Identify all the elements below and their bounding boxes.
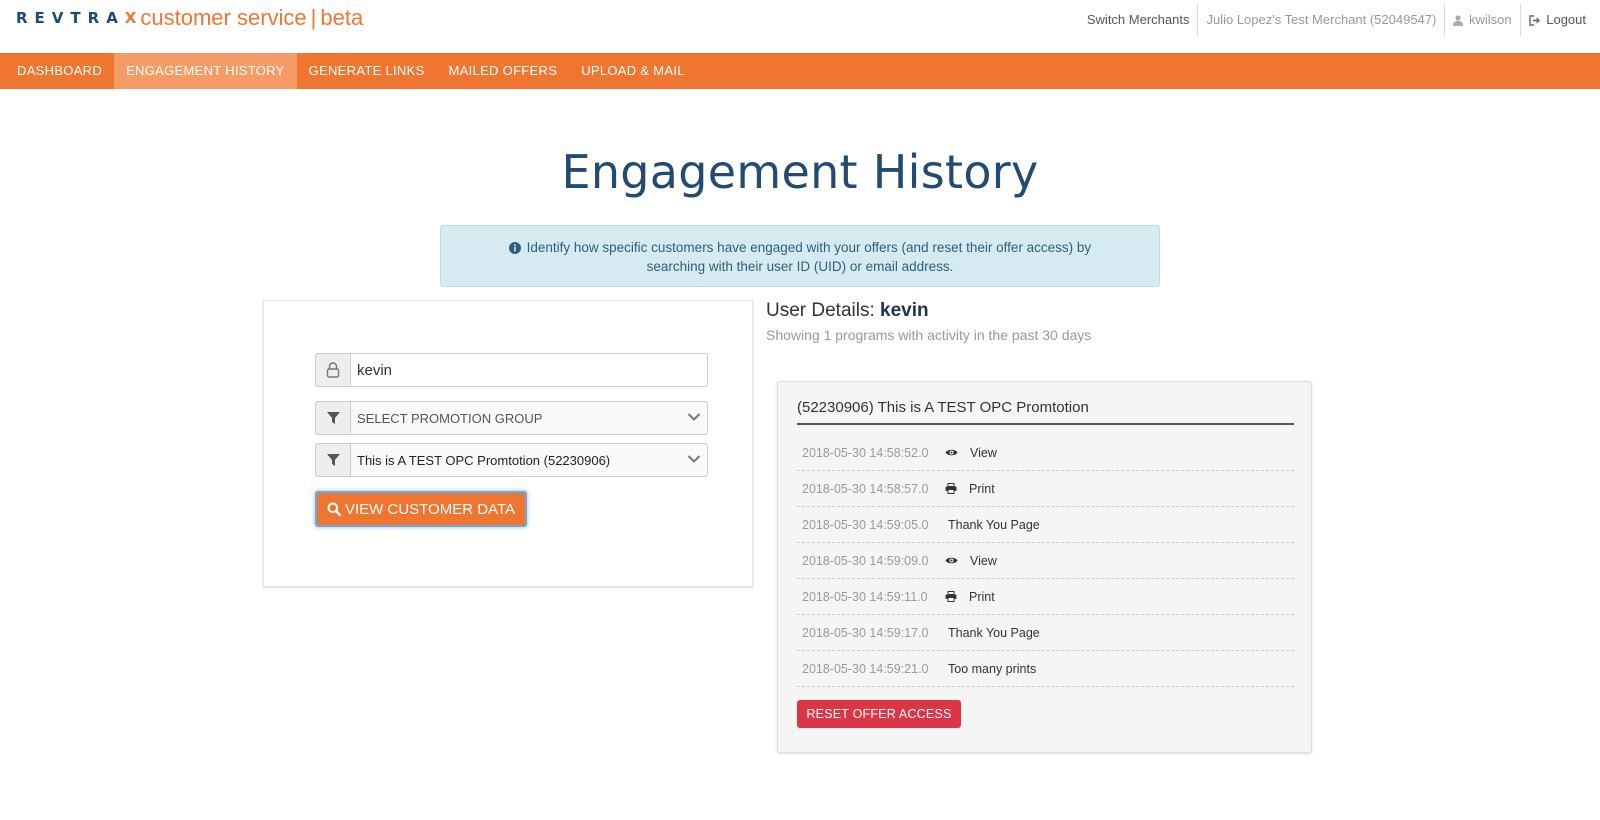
main-nav: DASHBOARD ENGAGEMENT HISTORY GENERATE LI… [0,53,1600,89]
user-details-summary: Showing 1 programs with activity in the … [766,327,1092,343]
activity-action: Thank You Page [945,626,1040,640]
activity-label: Print [969,589,995,604]
activity-list: 2018-05-30 14:58:52.0 View 2018-05-30 14:5… [797,435,1294,687]
activity-action: Thank You Page [945,518,1040,532]
eye-icon [945,448,964,457]
user-details-header: User Details: kevin Showing 1 programs w… [766,300,1091,343]
activity-label: Thank You Page [948,625,1040,640]
user-search-group: kevin [315,353,708,387]
activity-row: 2018-05-30 14:58:57.0 Print [797,471,1294,507]
nav-mailed-offers[interactable]: MAILED OFFERS [437,53,570,89]
brand-separator: | [310,5,317,30]
brand-wordmark: REVTRAX [16,9,137,27]
lock-icon [326,362,340,378]
program-card: (52230906) This is A TEST OPC Promtotion… [777,381,1312,753]
current-merchant: Julio Lopez's Test Merchant (52049547) [1197,4,1444,36]
promotion-group-addon [315,401,350,435]
user-details-label: User Details: [766,300,875,321]
filter-icon [326,411,340,424]
nav-generate-links[interactable]: GENERATE LINKS [297,53,437,89]
activity-action: Print [945,590,995,604]
switch-merchants-link[interactable]: Switch Merchants [1079,4,1198,36]
activity-time: 2018-05-30 14:59:05.0 [802,517,929,532]
page-title: Engagement History [561,145,1039,199]
activity-time: 2018-05-30 14:59:11.0 [802,589,928,604]
eye-icon [945,556,964,565]
activity-action: View [945,446,997,460]
activity-label: Thank You Page [948,517,1040,532]
activity-action: Print [945,482,995,496]
activity-time: 2018-05-30 14:59:17.0 [802,625,929,640]
info-text-line1: Identify how specific customers have eng… [526,240,1092,255]
activity-label: Too many prints [948,661,1037,676]
activity-row: 2018-05-30 14:59:21.0 Too many prints [797,651,1294,687]
brand-product: customer service [140,5,307,30]
activity-time: 2018-05-30 14:59:21.0 [802,661,929,676]
promotion-value: This is A TEST OPC Promtotion (52230906) [357,452,611,468]
activity-action: Too many prints [945,662,1036,676]
activity-time: 2018-05-30 14:59:09.0 [802,553,929,568]
search-panel: kevin SELECT PROMOTION GROUP This is A T… [263,300,753,587]
user-details-title: User Details: kevin [766,300,1091,322]
user-details-user: kevin [880,300,929,321]
logout-link[interactable]: Logout [1519,4,1600,36]
promotion-group-value: SELECT PROMOTION GROUP [357,410,543,426]
activity-label: View [970,445,997,460]
current-user: kwilson [1444,4,1519,36]
activity-time: 2018-05-30 14:58:52.0 [802,445,929,460]
activity-row: 2018-05-30 14:59:05.0 Thank You Page [797,507,1294,543]
activity-label: View [970,553,997,568]
activity-time: 2018-05-30 14:58:57.0 [802,481,929,496]
brand-logo[interactable]: REVTRAX customer service | beta [16,5,363,31]
chevron-down-icon [687,413,701,421]
top-bar: REVTRAX customer service | beta Switch Merc… [0,0,1600,53]
promotion-addon [315,443,350,477]
reset-offer-access-button[interactable]: RESET OFFER ACCESS [797,700,961,728]
logout-label: Logout [1546,12,1586,27]
printer-icon [945,483,963,494]
search-icon [327,502,341,516]
activity-row: 2018-05-30 14:59:17.0 Thank You Page [797,615,1294,651]
user-addon [315,353,350,387]
activity-row: 2018-05-30 14:58:52.0 View [797,435,1294,471]
info-text-line2: searching with their user ID (UID) or em… [646,259,954,274]
filter-icon [326,453,340,466]
activity-row: 2018-05-30 14:59:11.0 Print [797,579,1294,615]
promotion-group-select-group: SELECT PROMOTION GROUP [315,401,708,435]
view-customer-data-label: VIEW CUSTOMER DATA [344,500,515,518]
user-icon [1453,15,1464,26]
view-customer-data-button[interactable]: VIEW CUSTOMER DATA [315,491,527,527]
nav-upload-mail[interactable]: UPLOAD & MAIL [569,53,697,89]
info-alert: Identify how specific customers have eng… [440,225,1160,287]
activity-action: View [945,554,997,568]
brand-tag: beta [320,5,364,30]
user-search-input[interactable]: kevin [350,353,708,387]
printer-icon [945,591,963,602]
program-title: (52230906) This is A TEST OPC Promtotion [797,399,1294,425]
nav-engagement-history[interactable]: ENGAGEMENT HISTORY [114,53,297,89]
username: kwilson [1468,12,1512,27]
activity-label: Print [969,481,995,496]
user-nav: Switch Merchants Julio Lopez's Test Merc… [1079,4,1600,36]
promotion-select-group: This is A TEST OPC Promtotion (52230906) [315,443,708,477]
info-icon [508,242,521,254]
promotion-group-select[interactable]: SELECT PROMOTION GROUP [350,401,708,435]
activity-row: 2018-05-30 14:59:09.0 View [797,543,1294,579]
promotion-select[interactable]: This is A TEST OPC Promtotion (52230906) [350,443,708,477]
nav-dashboard[interactable]: DASHBOARD [5,53,114,89]
sign-out-icon [1528,15,1540,26]
chevron-down-icon [687,455,701,463]
